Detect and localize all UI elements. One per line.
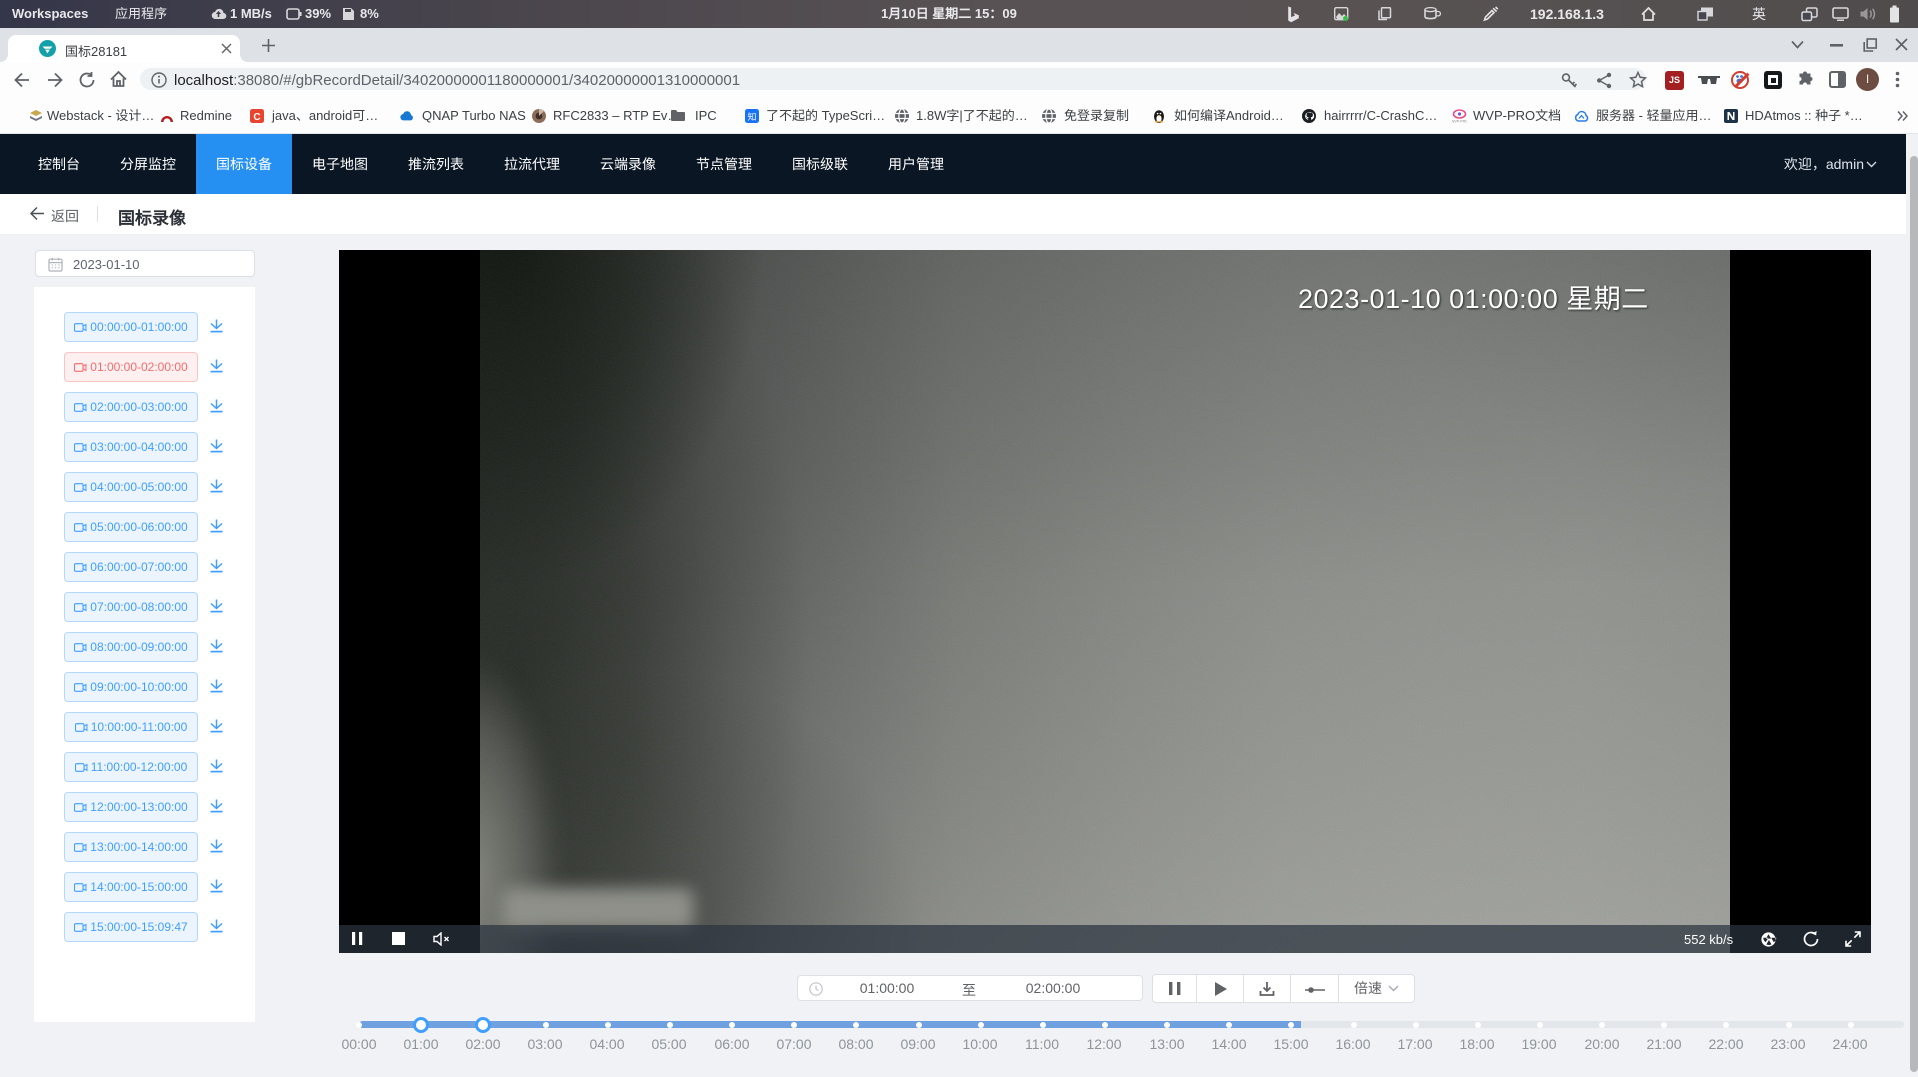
svg-text:C: C [253,112,260,123]
svg-text:WVP-PRO: WVP-PRO [1452,120,1467,124]
svg-text:知: 知 [747,110,756,123]
